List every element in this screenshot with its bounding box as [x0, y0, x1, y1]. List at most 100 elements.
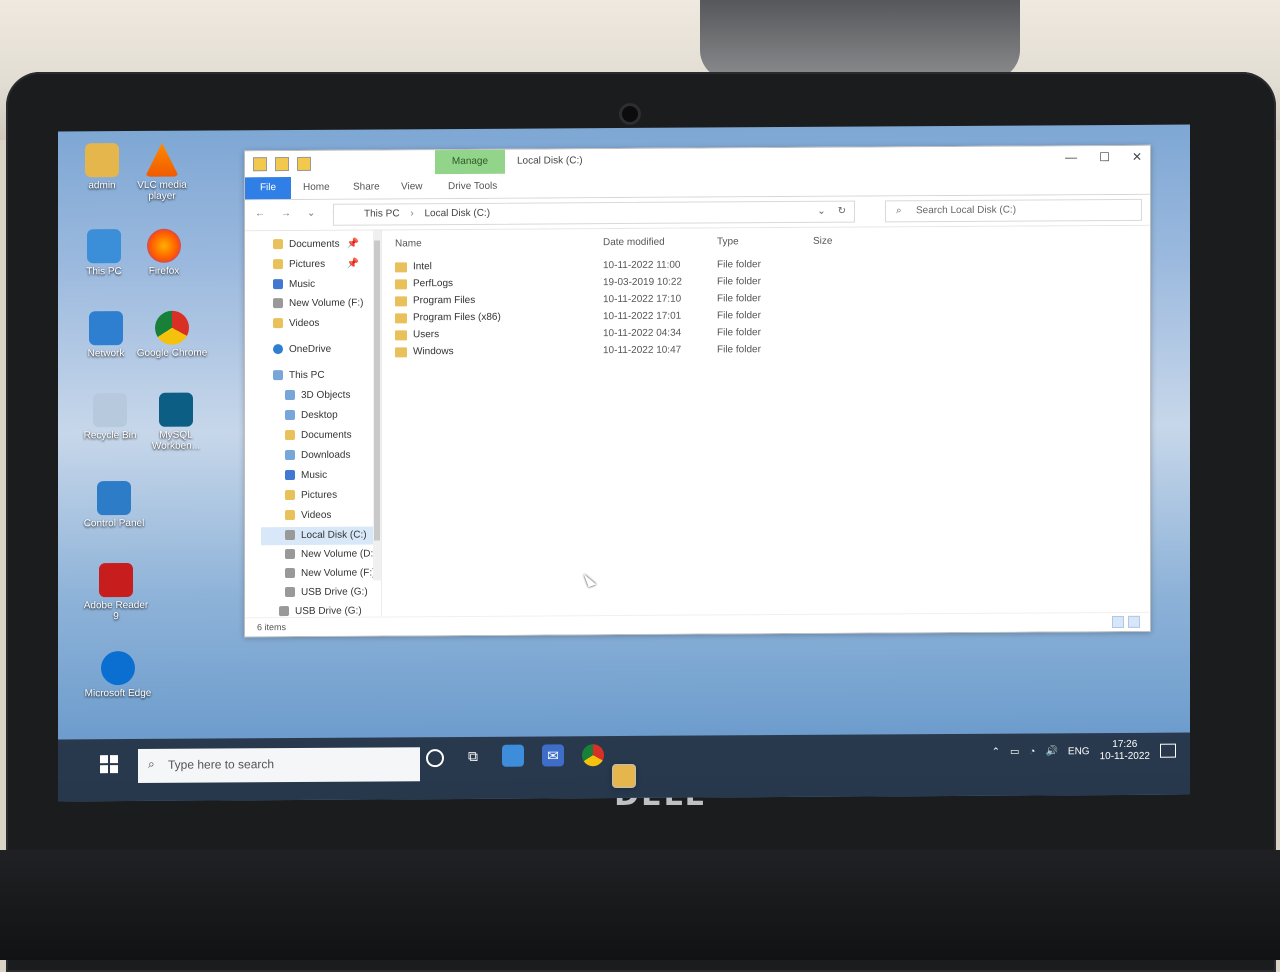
search-icon: ⌕: [896, 205, 902, 217]
nav-item-new-volume-d[interactable]: New Volume (D:: [261, 545, 379, 564]
nav-item-usb-drive-g[interactable]: USB Drive (G:): [261, 583, 379, 602]
desktop-icon-network[interactable]: Network: [70, 311, 142, 359]
nav-item-onedrive[interactable]: OneDrive: [261, 340, 379, 359]
desktop-icon-recycle-bin[interactable]: Recycle Bin: [74, 393, 146, 441]
forward-icon[interactable]: →: [281, 208, 291, 219]
tab-file[interactable]: File: [245, 177, 291, 200]
onedrive-icon: [273, 344, 283, 355]
desktop-icon-control-panel[interactable]: Control Panel: [78, 481, 150, 529]
task-view-icon[interactable]: ⧉: [462, 745, 484, 767]
breadcrumb-local-disk[interactable]: Local Disk (C:): [424, 208, 490, 219]
3d-objects-icon: [285, 390, 295, 401]
taskbar-clock[interactable]: 17:26 10-11-2022: [1100, 739, 1150, 763]
close-button[interactable]: ✕: [1132, 150, 1142, 164]
screen: admin VLC media player This PC Firefox N…: [58, 124, 1190, 802]
new-folder-icon[interactable]: [275, 157, 289, 172]
nav-item-desktop[interactable]: Desktop: [261, 406, 379, 425]
column-header-name[interactable]: Name: [395, 238, 422, 249]
nav-item-this-pc[interactable]: This PC: [261, 366, 379, 385]
properties-icon[interactable]: [253, 157, 267, 172]
pictures-icon: [285, 490, 295, 501]
desktop-icon-adobe-reader[interactable]: Adobe Reader 9: [80, 562, 152, 622]
chrome-icon[interactable]: [582, 744, 604, 767]
clock-date: 10-11-2022: [1099, 750, 1150, 763]
drive-icon: [285, 568, 295, 579]
nav-item-videos-quick[interactable]: Videos: [261, 314, 379, 333]
folder-icon: [395, 330, 407, 341]
music-icon: [273, 279, 283, 290]
cortana-icon[interactable]: [426, 749, 444, 768]
address-bar[interactable]: This PC › Local Disk (C:) ⌄ ↻: [333, 200, 855, 226]
column-header-type[interactable]: Type: [717, 236, 739, 247]
nav-item-new-volume-f[interactable]: New Volume (F:): [261, 564, 379, 583]
microsoft-store-icon[interactable]: [502, 744, 524, 767]
nav-item-pictures[interactable]: Pictures: [261, 486, 379, 505]
pc-icon: [273, 370, 283, 381]
breadcrumb-this-pc[interactable]: This PC: [364, 208, 400, 219]
documents-icon: [273, 239, 283, 250]
desktop-icon-edge[interactable]: Microsoft Edge: [82, 650, 154, 699]
nav-item-music-quick[interactable]: Music: [261, 275, 379, 294]
large-icons-view-icon[interactable]: [1128, 615, 1140, 628]
breadcrumb-separator-icon: ›: [410, 208, 414, 220]
nav-item-documents-pinned[interactable]: Documents 📌: [261, 235, 379, 254]
nav-item-pictures-pinned[interactable]: Pictures 📌: [261, 255, 379, 274]
nav-item-videos[interactable]: Videos: [261, 506, 379, 525]
windows-logo-icon: [100, 755, 108, 764]
language-indicator[interactable]: ENG: [1068, 746, 1090, 757]
refresh-icon[interactable]: ↻: [838, 206, 846, 217]
show-hidden-icons-icon[interactable]: ⌃: [992, 746, 1000, 757]
nav-item-local-disk-c[interactable]: Local Disk (C:): [261, 526, 379, 546]
desktop-icon-chrome[interactable]: Google Chrome: [136, 310, 208, 359]
quick-access-toolbar: [253, 156, 311, 172]
system-tray: ⌃ ▭ ◔ 🔊 ENG 17:26 10-11-2022: [992, 739, 1176, 764]
table-row[interactable]: Windows 10-11-2022 10:47 File folder: [385, 339, 1145, 362]
desktop-icon-vlc[interactable]: VLC media player: [126, 143, 198, 202]
details-view-icon[interactable]: [1112, 615, 1124, 629]
breadcrumb: This PC › Local Disk (C:): [364, 208, 490, 220]
battery-icon[interactable]: ▭: [1010, 746, 1019, 757]
control-panel-icon: [97, 481, 131, 516]
search-input[interactable]: ⌕ Search Local Disk (C:): [885, 198, 1142, 223]
taskbar-search-placeholder: Type here to search: [168, 757, 275, 772]
videos-icon: [273, 318, 283, 329]
tab-drive-tools[interactable]: Drive Tools: [448, 181, 497, 192]
tab-share[interactable]: Share: [353, 181, 380, 192]
back-icon[interactable]: ←: [255, 208, 265, 219]
drive-icon: [285, 530, 295, 541]
maximize-button[interactable]: ☐: [1099, 150, 1110, 164]
desktop-icon-firefox[interactable]: Firefox: [128, 228, 200, 277]
desktop-icon: [285, 410, 295, 421]
start-button[interactable]: [100, 755, 118, 774]
mail-icon[interactable]: ✉: [542, 744, 564, 767]
customize-toolbar-icon[interactable]: [297, 156, 311, 171]
minimize-button[interactable]: —: [1065, 150, 1077, 164]
taskbar-search-input[interactable]: ⌕ Type here to search: [138, 747, 420, 783]
recycle-bin-icon: [93, 393, 127, 428]
file-explorer-icon[interactable]: [612, 763, 636, 789]
tab-home[interactable]: Home: [303, 182, 330, 193]
action-center-icon[interactable]: [1160, 743, 1176, 758]
folder-icon: [395, 262, 407, 273]
taskbar: ⌕ Type here to search ⧉ ✉ ⌃ ▭ ◔ 🔊 ENG 17…: [58, 732, 1190, 802]
volume-icon[interactable]: 🔊: [1045, 746, 1057, 757]
nav-item-downloads[interactable]: Downloads: [261, 446, 379, 465]
nav-item-new-volume-f-quick[interactable]: New Volume (F:): [261, 294, 379, 313]
folder-icon: [395, 347, 407, 358]
search-icon: ⌕: [148, 756, 155, 771]
nav-item-music[interactable]: Music: [261, 466, 379, 485]
tab-view[interactable]: View: [401, 181, 423, 192]
desktop-icon-mysql[interactable]: MySQL Workben...: [140, 392, 212, 452]
column-header-date-modified[interactable]: Date modified: [603, 237, 665, 248]
view-toggle: [1112, 615, 1140, 629]
manage-tab[interactable]: Manage: [435, 149, 505, 175]
column-header-size[interactable]: Size: [813, 236, 832, 247]
address-dropdown-icon[interactable]: ⌄: [817, 206, 825, 217]
wifi-icon[interactable]: ◔: [1029, 746, 1035, 757]
nav-item-documents[interactable]: Documents: [261, 426, 379, 445]
recent-locations-icon[interactable]: ⌄: [307, 208, 315, 219]
content-area: Documents 📌 Pictures 📌 Music New Volume (F…: [245, 225, 1150, 637]
adobe-reader-icon: [99, 562, 133, 598]
nav-item-3d-objects[interactable]: 3D Objects: [261, 386, 379, 405]
nav-pane-scrollbar[interactable]: [373, 230, 381, 581]
